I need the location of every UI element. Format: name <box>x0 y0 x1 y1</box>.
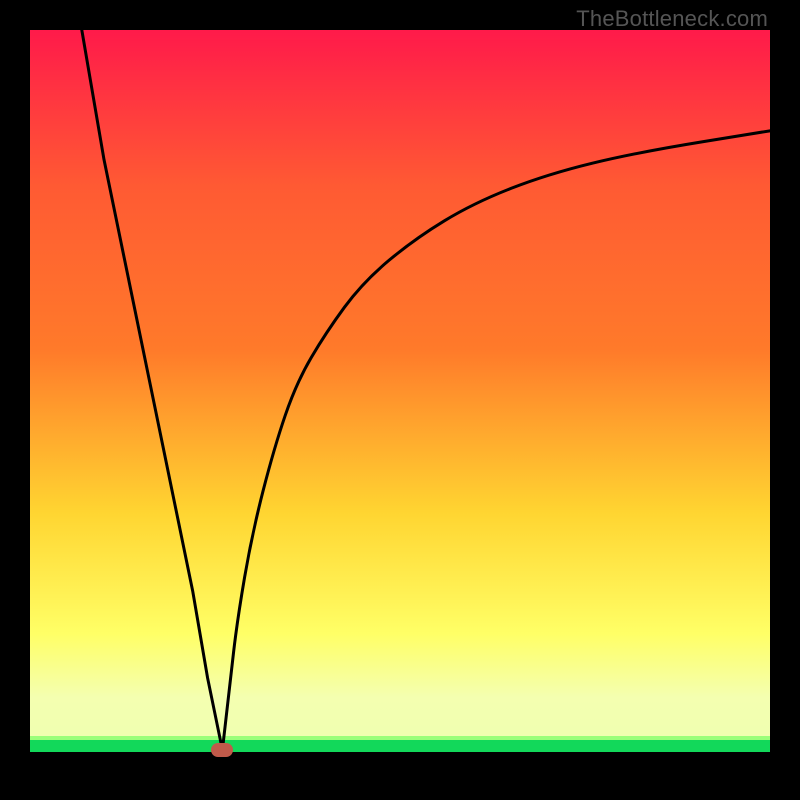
heatmap-gradient <box>30 30 770 740</box>
green-band-light <box>30 736 770 740</box>
chart-canvas <box>30 30 770 770</box>
green-band <box>30 740 770 752</box>
watermark-label: TheBottleneck.com <box>576 6 768 32</box>
optimal-point-marker <box>211 743 233 757</box>
chart-frame <box>30 30 770 770</box>
floor-bar <box>30 752 770 770</box>
